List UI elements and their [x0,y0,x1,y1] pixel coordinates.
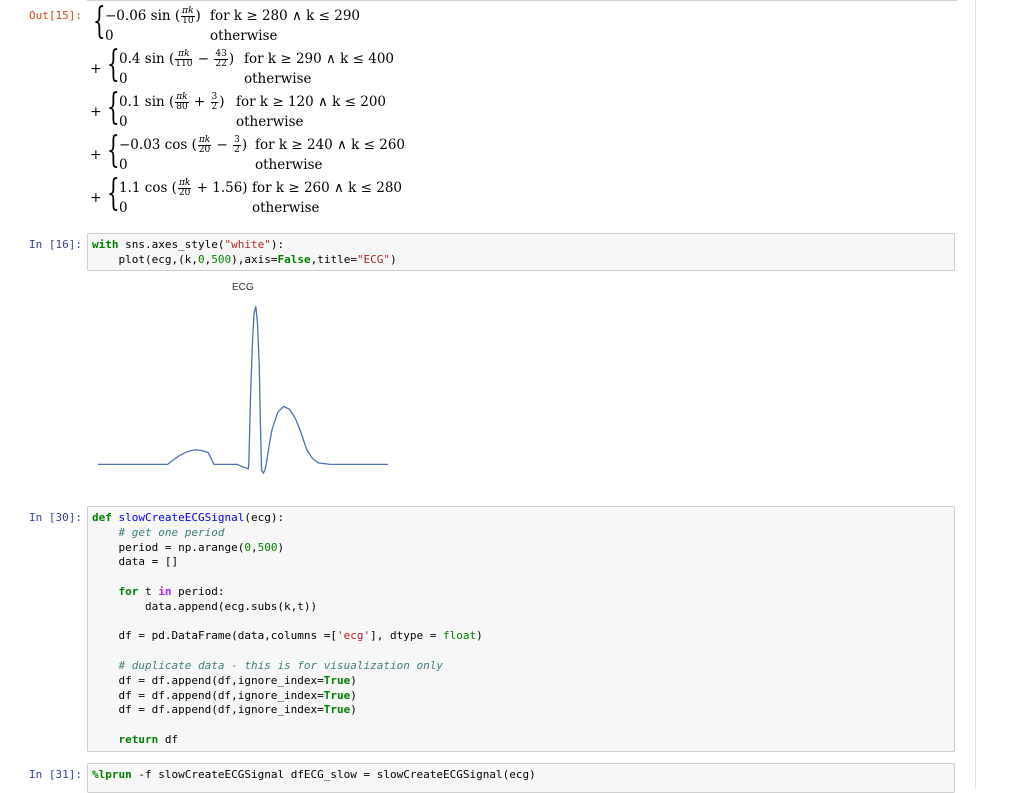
piece-otherwise: otherwise [210,28,278,44]
brace-icon: { [107,173,120,214]
piece-zero: 0 [119,200,128,216]
ecg-series-line [98,306,388,475]
brace-icon: { [107,87,120,128]
plus-sign: + [90,104,102,120]
piece-expression: −0.06 sin (πk 10) [105,6,201,26]
piece-zero: 0 [119,157,128,173]
code-text: def slowCreateECGSignal(ecg): # get one … [92,511,483,746]
brace-icon: { [93,1,106,42]
piece-otherwise: otherwise [252,200,320,216]
piece-expression: 0.4 sin (πk 110 − 43 22) [119,49,235,69]
piece-zero: 0 [119,71,128,87]
input-prompt: In [31]: [29,768,82,781]
piece-condition: for k ≥ 240 ∧ k ≤ 260 [255,137,406,153]
piece-condition: for k ≥ 120 ∧ k ≤ 200 [236,94,387,110]
plus-sign: + [90,61,102,77]
piece-condition: for k ≥ 260 ∧ k ≤ 280 [252,180,403,196]
piece-zero: 0 [119,114,128,130]
brace-icon: { [107,130,120,171]
piece-expression: −0.03 cos (πk 20 − 3 2) [119,135,248,155]
output-prompt: Out[15]: [29,9,82,22]
piece-condition: for k ≥ 280 ∧ k ≤ 290 [210,8,361,24]
input-prompt: In [16]: [29,238,82,251]
scrollbar-track[interactable] [975,0,976,788]
code-cell-16[interactable]: with sns.axes_style("white"): plot(ecg,(… [87,233,955,271]
ecg-plot [98,306,388,475]
cell-top-border [87,0,957,1]
code-cell-30[interactable]: def slowCreateECGSignal(ecg): # get one … [87,506,955,752]
piece-expression: 1.1 cos (πk 20 + 1.56) [119,178,248,198]
code-cell-31[interactable]: %lprun -f slowCreateECGSignal dfECG_slow… [87,763,955,793]
piece-otherwise: otherwise [236,114,304,130]
plus-sign: + [90,147,102,163]
piece-otherwise: otherwise [244,71,312,87]
piece-zero: 0 [105,28,114,44]
ecg-chart: ECG [95,280,395,480]
brace-icon: { [107,44,120,85]
code-text: with sns.axes_style("white"): plot(ecg,(… [92,238,397,266]
piece-otherwise: otherwise [255,157,323,173]
piece-condition: for k ≥ 290 ∧ k ≤ 400 [244,51,395,67]
piece-expression: 0.1 sin (πk 80 + 3 2) [119,92,225,112]
input-prompt: In [30]: [29,511,82,524]
code-text: %lprun -f slowCreateECGSignal dfECG_slow… [92,768,536,781]
plus-sign: + [90,190,102,206]
